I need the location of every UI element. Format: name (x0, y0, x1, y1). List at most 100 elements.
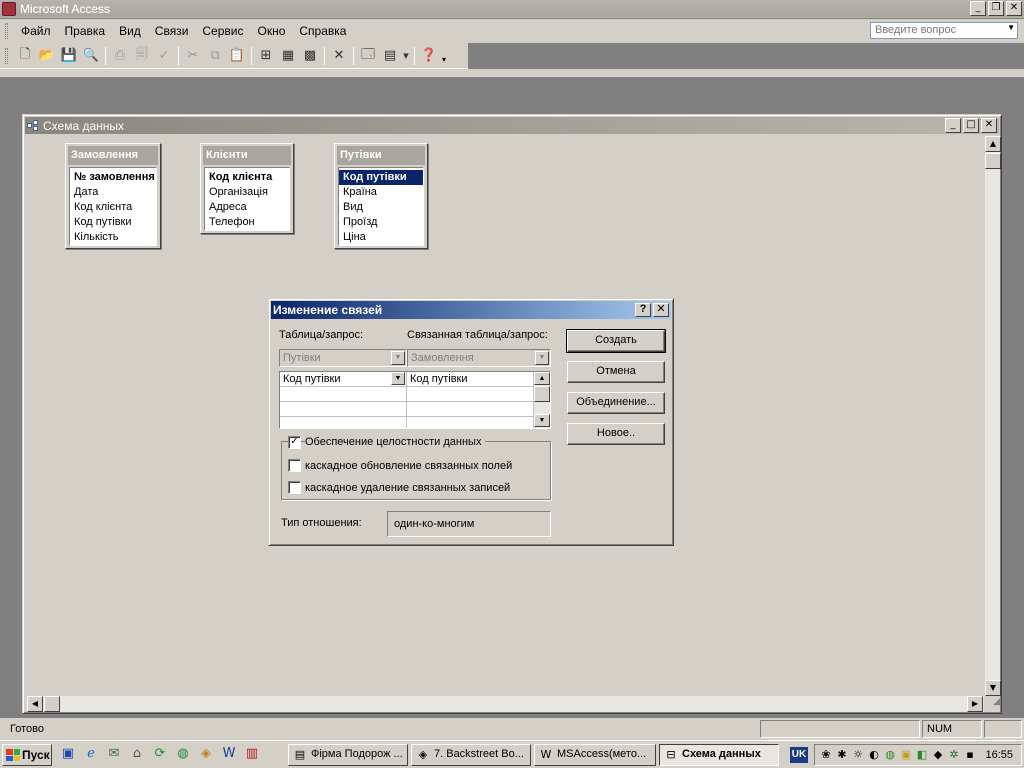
field-item[interactable]: Код клієнта (70, 200, 156, 215)
help-icon[interactable]: ❓ (418, 46, 440, 66)
new-icon[interactable]: 🗋 (14, 46, 36, 66)
new-object-icon[interactable]: ▤ (379, 46, 401, 66)
spellcheck-icon[interactable]: ✓ (153, 46, 175, 66)
scroll-up-icon[interactable]: ▲ (534, 372, 550, 385)
scroll-right-icon[interactable]: ▶ (967, 696, 983, 712)
email-icon[interactable]: ✉ (106, 746, 122, 762)
field-mapping-grid[interactable]: Код путівки ▼ Код путівки ▲ ▼ (279, 371, 551, 429)
toolbar-grip[interactable] (5, 47, 8, 64)
field-item[interactable]: Вид (339, 200, 423, 215)
chevron-down-icon[interactable]: ▼ (401, 46, 411, 66)
restore-button[interactable]: ❐ (988, 1, 1004, 16)
media-icon[interactable]: ▥ (244, 746, 260, 762)
field-item[interactable]: Телефон (205, 215, 289, 230)
help-search-input[interactable]: Введите вопрос ▼ (870, 22, 1018, 39)
scroll-thumb[interactable] (985, 153, 1001, 169)
table-title[interactable]: Клієнти (203, 146, 291, 165)
menu-relations[interactable]: Связи (148, 24, 196, 38)
menu-tools[interactable]: Сервис (195, 24, 250, 38)
chevron-down-icon[interactable]: ▼ (1007, 23, 1015, 32)
child-maximize-button[interactable]: □ (963, 118, 979, 133)
field-item[interactable]: Код клієнта (205, 170, 289, 185)
refresh-icon[interactable]: ⟳ (152, 746, 168, 762)
field-item[interactable]: Адреса (205, 200, 289, 215)
menu-help[interactable]: Справка (292, 24, 353, 38)
scroll-left-icon[interactable]: ◀ (27, 696, 43, 712)
grid-scrollbar[interactable]: ▲ ▼ (534, 372, 550, 428)
menu-window[interactable]: Окно (250, 24, 292, 38)
globe-icon[interactable]: ◍ (175, 746, 191, 762)
tray-app-icon[interactable]: ☼ (851, 748, 865, 762)
task-button[interactable]: ▤ Фірма Подорож ... (288, 744, 408, 766)
cascade-delete-checkbox[interactable] (288, 481, 301, 494)
grid-empty-cell[interactable] (407, 417, 534, 428)
open-icon[interactable]: 📂 (36, 46, 58, 66)
tray-app-icon[interactable]: ✱ (835, 748, 849, 762)
table-query-select[interactable]: Путівки ▼ (279, 349, 407, 367)
delete-icon[interactable]: ✕ (328, 46, 350, 66)
tray-app-icon[interactable]: ▪ (963, 748, 977, 762)
table-title[interactable]: Путівки (337, 146, 425, 165)
tray-app-icon[interactable]: ▣ (899, 748, 913, 762)
grid-empty-cell[interactable] (407, 387, 534, 402)
scroll-down-icon[interactable]: ▼ (534, 414, 550, 427)
desktop-icon[interactable]: ▣ (60, 746, 76, 762)
size-grip-icon[interactable]: ◢ (984, 696, 1000, 712)
vertical-scrollbar[interactable]: ▲ ▼ (984, 136, 1001, 696)
grid-empty-cell[interactable] (280, 387, 407, 402)
cascade-update-checkbox[interactable] (288, 459, 301, 472)
print-preview-icon[interactable]: 🗐 (131, 46, 153, 66)
field-item[interactable]: Код путівки (70, 215, 156, 230)
internet-explorer-icon[interactable]: ℯ (83, 746, 99, 762)
tray-app-icon[interactable]: ◐ (867, 748, 881, 762)
copy-icon[interactable]: ⧉ (204, 46, 226, 66)
chevron-down-icon[interactable]: ▼ (391, 372, 405, 385)
task-button[interactable]: ◈ 7. Backstreet Bo... (411, 744, 531, 766)
scroll-up-icon[interactable]: ▲ (985, 136, 1001, 152)
chevron-down-icon[interactable]: ▼ (535, 351, 549, 365)
table-zamovlennya[interactable]: Замовлення № замовлення Дата Код клієнта… (65, 143, 161, 249)
field-item[interactable]: Кількість (70, 230, 156, 245)
integrity-checkbox[interactable]: ✓ (288, 436, 301, 449)
tray-bug-icon[interactable]: ✲ (947, 748, 961, 762)
field-item[interactable]: № замовлення (70, 170, 156, 185)
field-item[interactable]: Дата (70, 185, 156, 200)
tray-app-icon[interactable]: ◆ (931, 748, 945, 762)
field-item[interactable]: Ціна (339, 230, 423, 245)
cut-icon[interactable]: ✂ (182, 46, 204, 66)
grid-empty-cell[interactable] (280, 402, 407, 417)
scroll-thumb[interactable] (44, 696, 60, 712)
start-button[interactable]: Пуск (2, 744, 52, 766)
child-minimize-button[interactable]: _ (945, 118, 961, 133)
task-button-active[interactable]: ⊟ Схема данных (659, 744, 779, 766)
language-indicator[interactable]: UK (790, 747, 808, 763)
scroll-down-icon[interactable]: ▼ (985, 680, 1001, 696)
dialog-close-button[interactable]: ✕ (653, 303, 669, 317)
word-icon[interactable]: W (221, 746, 237, 762)
relationships-window-title-bar[interactable]: Схема данных _ □ ✕ (25, 117, 999, 134)
clock[interactable]: 16:55 (985, 749, 1013, 761)
field-item[interactable]: Код путівки (339, 170, 423, 185)
create-button[interactable]: Создать (566, 329, 666, 353)
table-klienty[interactable]: Клієнти Код клієнта Організація Адреса Т… (200, 143, 294, 234)
close-button[interactable]: ✕ (1006, 1, 1022, 16)
minimize-button[interactable]: _ (970, 1, 986, 16)
task-button[interactable]: W MSAccess(мето... (534, 744, 656, 766)
child-close-button[interactable]: ✕ (981, 118, 997, 133)
new-relationship-button[interactable]: Новое.. (567, 423, 665, 445)
dialog-help-button[interactable]: ? (635, 303, 651, 317)
paste-icon[interactable]: 📋 (226, 46, 248, 66)
menubar-grip[interactable] (5, 23, 8, 39)
grid-right-field[interactable]: Код путівки (407, 372, 534, 387)
print-icon[interactable]: ⎙ (109, 46, 131, 66)
field-item[interactable]: Організація (205, 185, 289, 200)
menu-file[interactable]: Файл (14, 24, 58, 38)
field-item[interactable]: Країна (339, 185, 423, 200)
cascade-delete-label[interactable]: каскадное удаление связанных записей (305, 482, 510, 494)
show-direct-icon[interactable]: ▦ (277, 46, 299, 66)
search-file-icon[interactable]: 🔍 (80, 46, 102, 66)
grid-left-field[interactable]: Код путівки ▼ (280, 372, 407, 387)
grid-empty-cell[interactable] (407, 402, 534, 417)
menu-view[interactable]: Вид (112, 24, 148, 38)
scroll-thumb[interactable] (534, 386, 550, 402)
